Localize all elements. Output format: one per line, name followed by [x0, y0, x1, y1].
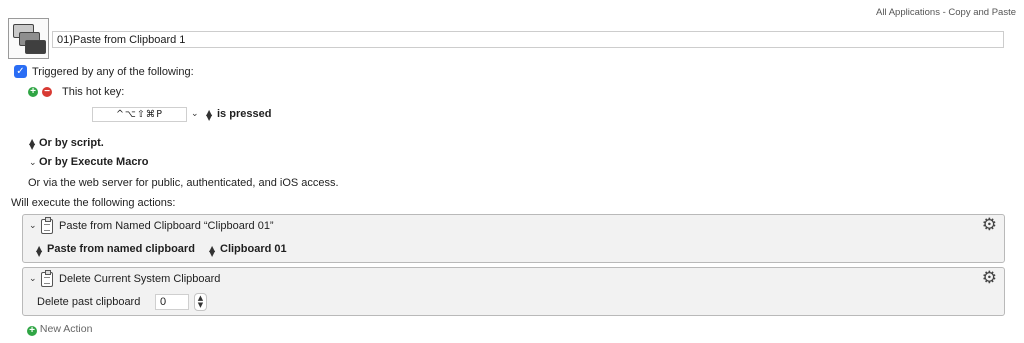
actions-header: Will execute the following actions:	[11, 197, 176, 209]
hotkey-field[interactable]: ^⌥⇧⌘P	[92, 107, 187, 122]
new-action-label: New Action	[39, 323, 93, 335]
or-by-execute-macro-toggle[interactable]: Or by Execute Macro	[39, 156, 148, 168]
web-server-note: Or via the web server for public, authen…	[28, 177, 339, 189]
gear-icon[interactable]: ⚙	[982, 216, 997, 234]
plus-circle-icon: +	[27, 326, 37, 336]
clipboard-icon	[41, 270, 53, 287]
action-title: Paste from Named Clipboard “Clipboard 01…	[59, 220, 274, 232]
action-title: Delete Current System Clipboard	[59, 273, 221, 285]
up-down-chevron-icon[interactable]: ▲ ▼	[29, 138, 35, 151]
clipboard-card-dark	[25, 40, 46, 54]
chevron-down-icon[interactable]: ⌄	[29, 158, 37, 168]
gear-icon[interactable]: ⚙	[982, 269, 997, 287]
add-hotkey-icon[interactable]: +	[28, 87, 38, 97]
chevron-down-icon[interactable]: ⌄	[191, 109, 199, 119]
stepper-icon[interactable]: ▲ ▼	[194, 293, 207, 311]
or-by-script-select[interactable]: Or by script.	[39, 137, 104, 149]
chevron-down-icon[interactable]: ⌄	[29, 221, 37, 231]
group-label: All Applications - Copy and Paste	[876, 7, 1016, 18]
clipboard-icon	[41, 217, 53, 234]
up-down-chevron-icon[interactable]: ▲ ▼	[206, 109, 212, 122]
delete-past-clipboard-field[interactable]: 0	[155, 294, 189, 310]
chevron-down-icon[interactable]: ⌄	[29, 274, 37, 284]
hotkey-label: This hot key:	[62, 86, 125, 98]
clipboard-name-select[interactable]: Clipboard 01	[220, 243, 287, 255]
macro-name-field[interactable]: 01)Paste from Clipboard 1	[52, 31, 1004, 48]
up-down-chevron-icon[interactable]: ▲ ▼	[209, 245, 215, 258]
macro-clipboard-stack-icon[interactable]	[8, 18, 49, 59]
new-action-button[interactable]: + New Action	[27, 323, 92, 336]
trigger-checkbox[interactable]: ✓	[14, 65, 27, 78]
trigger-label: Triggered by any of the following:	[32, 66, 194, 78]
remove-hotkey-icon[interactable]: −	[42, 87, 52, 97]
up-down-chevron-icon[interactable]: ▲ ▼	[36, 245, 42, 258]
hotkey-condition-select[interactable]: is pressed	[217, 108, 271, 120]
delete-past-clipboard-label: Delete past clipboard	[37, 296, 141, 308]
action-paste-named-clipboard[interactable]: ⌄ Paste from Named Clipboard “Clipboard …	[22, 214, 1005, 263]
action-delete-system-clipboard[interactable]: ⌄ Delete Current System Clipboard ⚙ Dele…	[22, 267, 1005, 316]
paste-mode-select[interactable]: Paste from named clipboard	[47, 243, 195, 255]
